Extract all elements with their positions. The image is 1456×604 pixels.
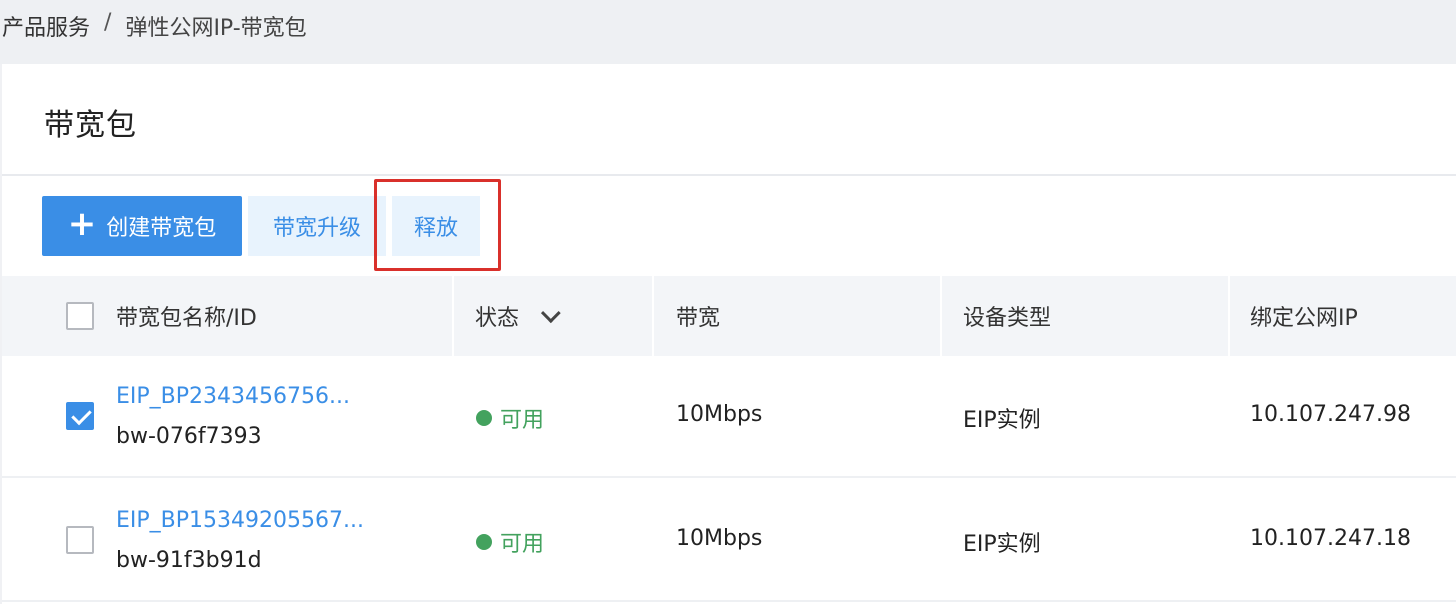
- release-button[interactable]: 释放: [392, 196, 480, 256]
- breadcrumb: 产品服务 / 弹性公网IP-带宽包: [0, 0, 1456, 64]
- bound-ip-value: 10.107.247.98: [1250, 402, 1411, 427]
- column-header-bound-ip: 绑定公网IP: [1250, 306, 1358, 331]
- breadcrumb-parent[interactable]: 产品服务: [2, 10, 90, 42]
- column-header-name-id: 带宽包名称/ID: [116, 306, 257, 331]
- bandwidth-value: 10Mbps: [676, 526, 763, 551]
- status-badge: 可用: [476, 402, 544, 434]
- table-header: 带宽包名称/ID 状态 带宽 设备类型 绑定公网IP: [2, 276, 1456, 356]
- device-type-value: EIP实例: [963, 408, 1041, 433]
- bandwidth-package-name-link[interactable]: EIP_BP15349205567...: [116, 508, 374, 533]
- column-header-device-type: 设备类型: [963, 306, 1052, 331]
- breadcrumb-separator: /: [104, 10, 112, 35]
- bandwidth-package-id: bw-076f7393: [116, 424, 262, 449]
- status-dot-icon: [476, 410, 492, 426]
- status-badge: 可用: [476, 526, 544, 558]
- column-header-status[interactable]: 状态: [475, 276, 561, 356]
- column-divider: [452, 276, 454, 356]
- table-row: EIP_BP15349205567... bw-91f3b91d 可用 10Mb…: [2, 480, 1456, 602]
- upgrade-bandwidth-button[interactable]: 带宽升级: [248, 196, 386, 256]
- row-checkbox[interactable]: [66, 526, 94, 554]
- status-label: 可用: [500, 532, 545, 557]
- select-all-checkbox[interactable]: [66, 302, 94, 330]
- main-panel: 带宽包 + 创建带宽包 带宽升级 释放 带宽包名称/ID 状态 带宽 设备类型 …: [2, 64, 1456, 604]
- status-dot-icon: [476, 534, 492, 550]
- bandwidth-value: 10Mbps: [676, 402, 763, 427]
- bound-ip-value: 10.107.247.18: [1250, 526, 1411, 551]
- create-button-label: 创建带宽包: [106, 216, 217, 241]
- plus-icon: +: [67, 204, 97, 244]
- row-checkbox[interactable]: [66, 402, 94, 430]
- column-divider: [652, 276, 654, 356]
- device-type-value: EIP实例: [963, 532, 1041, 557]
- column-header-bandwidth: 带宽: [676, 306, 721, 331]
- create-bandwidth-package-button[interactable]: + 创建带宽包: [42, 196, 242, 256]
- bandwidth-package-id: bw-91f3b91d: [116, 548, 262, 573]
- chevron-down-icon[interactable]: [540, 303, 561, 324]
- title-divider: [2, 174, 1456, 176]
- page-title: 带宽包: [44, 108, 137, 143]
- status-header-label: 状态: [475, 306, 520, 331]
- bandwidth-package-name-link[interactable]: EIP_BP2343456756...: [116, 384, 366, 409]
- table-row: EIP_BP2343456756... bw-076f7393 可用 10Mbp…: [2, 356, 1456, 478]
- column-divider: [1228, 276, 1230, 356]
- status-label: 可用: [500, 408, 545, 433]
- breadcrumb-current: 弹性公网IP-带宽包: [125, 16, 307, 41]
- column-divider: [940, 276, 942, 356]
